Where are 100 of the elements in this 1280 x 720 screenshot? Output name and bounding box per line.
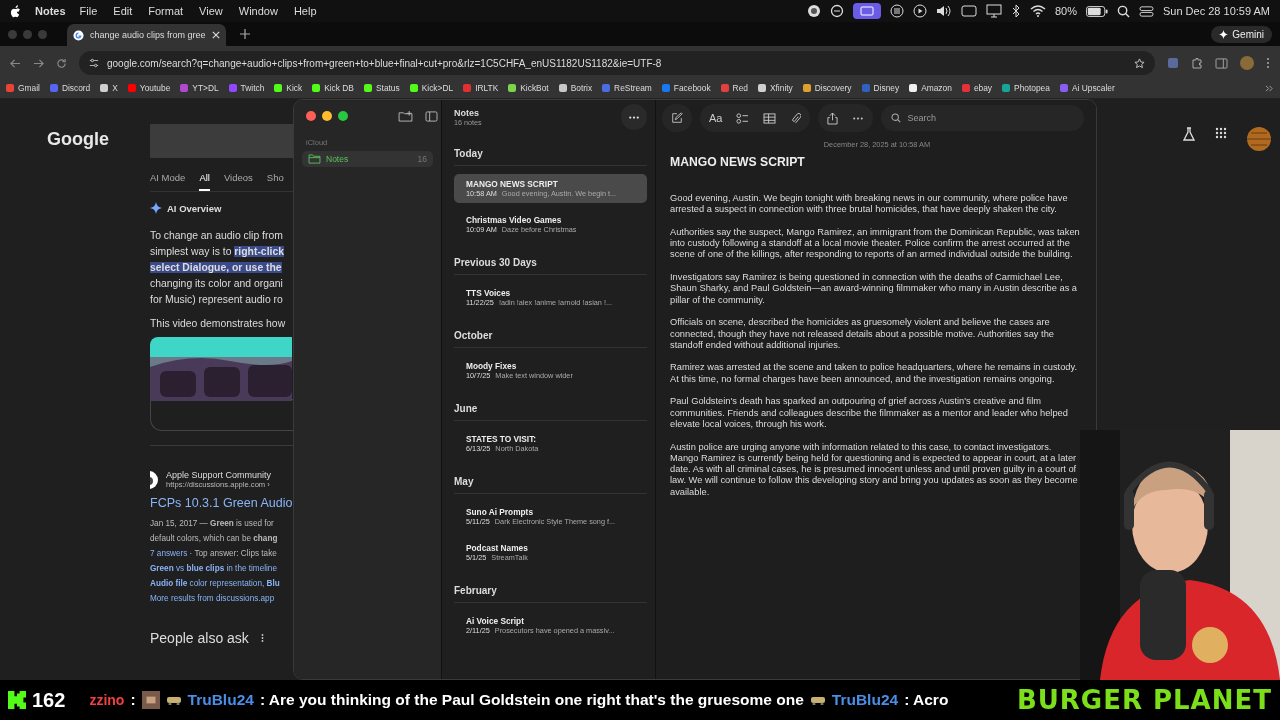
video-caption: This video demonstrates how	[150, 318, 287, 329]
bookmark[interactable]: Discovery	[802, 83, 852, 93]
avatar-icon[interactable]	[1240, 56, 1254, 70]
search-tab[interactable]: Sho	[266, 172, 284, 191]
menu-item[interactable]: Help	[293, 5, 317, 17]
bookmark[interactable]: Youtube	[127, 83, 171, 93]
browser-tab[interactable]: change audio clips from gree	[67, 24, 226, 46]
note-paragraph: Austin police are urging anyone with information related to this case, to contact investigators. Mango Ramirez is currently being held for questioning and is expected to appear in court, at a later date. As with all criminal cases, he is presumed innocent unless and until proven guilty in a court of law. We will continue to follow this developing story and bring you updates as soon as they become available.	[670, 441, 1079, 498]
new-tab-icon[interactable]	[239, 29, 250, 39]
section-header: February	[454, 579, 647, 603]
more-results-link[interactable]: More results from discussions.app	[150, 591, 293, 606]
close-icon[interactable]	[306, 111, 316, 121]
bookmark[interactable]: ReStream	[602, 83, 652, 93]
note-paragraph: Good evening, Austin. We begin tonight with breaking news in our community, where police have arrested a suspect in connection with three brutal homicides, that have deeply shaken the city.	[670, 193, 1069, 216]
result-sublink[interactable]: Audio file color representation, Blu	[150, 576, 293, 591]
compose-button[interactable]	[662, 104, 692, 132]
sparkle-icon	[150, 202, 162, 214]
bookmark[interactable]: Disney	[861, 83, 900, 93]
forward-icon[interactable]	[33, 57, 44, 69]
bookmark[interactable]: Kick	[274, 83, 303, 93]
section-header: June	[454, 397, 647, 421]
bookmark[interactable]: Status	[363, 83, 400, 93]
new-folder-icon[interactable]	[398, 110, 413, 122]
sparkle-icon	[1219, 29, 1229, 39]
bookmark[interactable]: Amazon	[909, 83, 952, 93]
bookmark[interactable]: X	[100, 83, 118, 93]
zoom-icon[interactable]	[338, 111, 348, 121]
menu-item[interactable]: View	[199, 5, 223, 17]
bluetooth-icon[interactable]	[1010, 4, 1021, 18]
paperclip-icon[interactable]	[790, 111, 802, 125]
screen-share-icon[interactable]	[852, 3, 881, 19]
bookmark[interactable]: Twitch	[228, 83, 265, 93]
more-icon	[628, 115, 640, 119]
reload-icon[interactable]	[56, 57, 67, 69]
status-icon[interactable]	[829, 4, 844, 18]
minimize-icon[interactable]	[322, 111, 332, 121]
chat-username: TruBlu24	[831, 691, 899, 709]
search-field[interactable]: Search	[881, 105, 1084, 131]
search-field[interactable]	[150, 124, 293, 158]
bookmark[interactable]: Ai Upscaler	[1059, 83, 1115, 93]
bookmark[interactable]: Kick DB	[312, 83, 354, 93]
bookmark[interactable]: Discord	[49, 83, 91, 93]
close-icon[interactable]	[211, 31, 220, 39]
apple-logo-icon[interactable]	[10, 4, 21, 18]
result-sublink[interactable]: Green vs blue clips in the timeline	[150, 561, 293, 576]
bookmark[interactable]: ebay	[961, 83, 993, 93]
bookmark[interactable]: Botrix	[558, 83, 593, 93]
sidebar-icon[interactable]	[1215, 57, 1228, 69]
result-snippet: Jan 15, 2017 — Green is used for	[150, 518, 275, 530]
more-bookmarks-icon[interactable]	[1265, 84, 1274, 92]
search-tab[interactable]: Videos	[223, 172, 253, 191]
table-icon[interactable]	[763, 112, 777, 124]
note-paragraph: Ramirez was arrested at the scene and taken to police headquarters, where he remains in custody. At this time, no formal charges have been announced, and the investigation remains ongoing.	[670, 362, 1079, 386]
bookmark[interactable]: Kick>DL	[409, 83, 454, 93]
play-icon[interactable]	[912, 4, 927, 18]
chat-message: : Are you thinking of the Paul Goldstein one right that's the gruesome one	[259, 691, 804, 709]
extension-icon[interactable]	[1167, 57, 1179, 69]
bookmark[interactable]: Red	[720, 83, 748, 93]
gemini-button[interactable]: Gemini	[1211, 25, 1272, 43]
app-menu[interactable]: Notes	[35, 5, 66, 17]
menu-item[interactable]: Edit	[113, 5, 133, 17]
google-logo: Google	[46, 128, 110, 151]
address-bar[interactable]: google.com/search?q=change+audio+clips+from+green+to+blue+final+cut+pro&rlz=1C5CHFA_enUS1182US1182&ie=UTF-8	[79, 51, 1155, 75]
bookmark[interactable]: YT>DL	[180, 83, 219, 93]
answers-link[interactable]: 7 answers	[150, 549, 188, 558]
more-button[interactable]	[621, 104, 647, 130]
checklist-icon[interactable]	[736, 111, 750, 125]
back-icon[interactable]	[10, 57, 21, 69]
flask-icon[interactable]	[1183, 127, 1195, 141]
sidebar-icon[interactable]	[425, 110, 438, 122]
search-tab[interactable]: AI Mode	[150, 172, 186, 191]
bookmark[interactable]: Gmail	[6, 83, 40, 93]
bookmark[interactable]: Facebook	[661, 83, 711, 93]
display-icon[interactable]	[960, 4, 977, 18]
star-icon[interactable]	[1134, 57, 1145, 69]
search-icon[interactable]	[1117, 4, 1130, 18]
status-icon[interactable]	[806, 4, 821, 18]
volume-icon[interactable]	[935, 4, 952, 18]
battery-icon[interactable]	[1086, 5, 1108, 17]
menu-item[interactable]: Format	[148, 5, 184, 17]
grid-icon[interactable]	[889, 4, 904, 18]
monitor-icon[interactable]	[985, 4, 1002, 18]
puzzle-icon[interactable]	[1191, 57, 1203, 69]
more-icon[interactable]	[852, 116, 865, 120]
avatar-icon[interactable]	[1247, 127, 1271, 151]
bookmark[interactable]: KickBot	[508, 83, 549, 93]
format-button[interactable]: Aa	[709, 112, 723, 124]
bookmark[interactable]: IRLTK	[463, 83, 499, 93]
menu-item[interactable]: File	[79, 5, 98, 17]
chat-badge-icon	[165, 695, 182, 705]
menu-item[interactable]: Window	[238, 5, 278, 17]
bookmark[interactable]: Photopea	[1002, 83, 1050, 93]
folder-item[interactable]: Notes 16	[302, 151, 433, 167]
share-icon[interactable]	[827, 111, 839, 125]
bookmark[interactable]: Xfinity	[757, 83, 793, 93]
apps-grid-icon[interactable]	[1215, 127, 1227, 139]
search-tab[interactable]: All	[199, 172, 210, 191]
result-link[interactable]: FCPs 10.3.1 Green Audio	[150, 496, 293, 510]
control-center-icon[interactable]	[1139, 4, 1154, 18]
wifi-icon[interactable]	[1029, 5, 1046, 17]
